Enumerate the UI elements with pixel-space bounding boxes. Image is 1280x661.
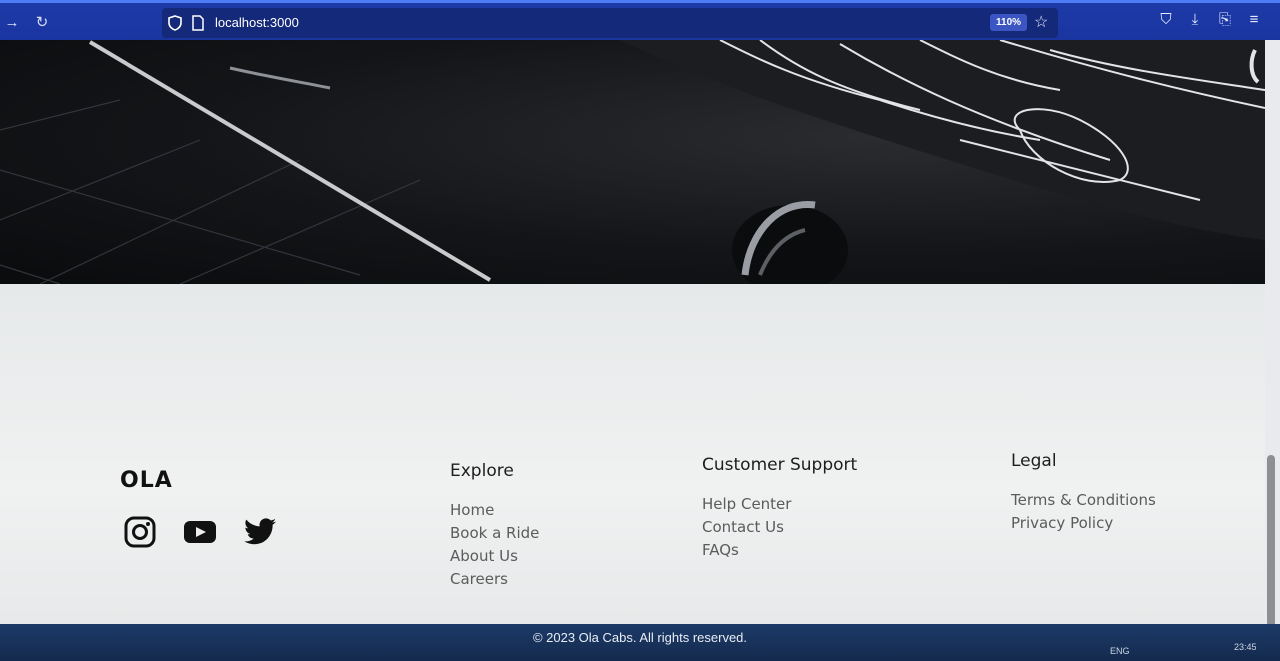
page-icon [192, 15, 204, 31]
copyright-bar: © 2023 Ola Cabs. All rights reserved. EN… [0, 624, 1280, 661]
download-icon[interactable]: ⤓ [1185, 11, 1205, 28]
footer-link-terms[interactable]: Terms & Conditions [1011, 489, 1156, 512]
footer-link-privacy[interactable]: Privacy Policy [1011, 512, 1156, 535]
ola-logo[interactable]: OLA [120, 468, 173, 493]
footer-link-help-center[interactable]: Help Center [702, 493, 857, 516]
copyright-text: © 2023 Ola Cabs. All rights reserved. [532, 630, 748, 645]
reload-icon[interactable]: ↻ [32, 13, 52, 33]
footer-column-legal: Legal Terms & Conditions Privacy Policy [1011, 451, 1156, 535]
clock-time[interactable]: 23:45 [1234, 642, 1257, 652]
bookmark-star-icon[interactable]: ☆ [1034, 12, 1048, 32]
menu-icon[interactable]: ≡ [1244, 11, 1264, 28]
footer-link-faqs[interactable]: FAQs [702, 539, 857, 562]
browser-toolbar: → ↻ localhost:3000 110% ☆ ⛉ ⤓ ⎘ ≡ [0, 0, 1280, 40]
language-indicator[interactable]: ENG [1110, 646, 1130, 656]
hero-car-image [0, 40, 1265, 284]
forward-arrow-icon[interactable]: → [2, 13, 22, 33]
footer-link-about-us[interactable]: About Us [450, 545, 539, 568]
site-footer: OLA Explore Home Book a Ride About Us Ca… [0, 284, 1265, 624]
footer-link-contact-us[interactable]: Contact Us [702, 516, 857, 539]
zoom-level-badge[interactable]: 110% [990, 14, 1028, 31]
footer-link-home[interactable]: Home [450, 499, 539, 522]
column-title: Explore [450, 461, 514, 481]
column-title: Customer Support [702, 455, 858, 475]
extensions-icon[interactable]: ⎘ [1215, 11, 1235, 28]
url-text[interactable]: localhost:3000 [215, 15, 299, 30]
youtube-icon[interactable] [182, 514, 218, 550]
url-bar[interactable]: localhost:3000 110% ☆ [162, 8, 1058, 38]
shield-icon [168, 15, 182, 31]
footer-link-careers[interactable]: Careers [450, 568, 539, 591]
twitter-icon[interactable] [242, 514, 278, 550]
car-photo-illustration [0, 40, 1265, 284]
scrollbar-thumb[interactable] [1267, 455, 1275, 635]
instagram-icon[interactable] [122, 514, 158, 550]
social-links [122, 514, 278, 550]
footer-link-book-a-ride[interactable]: Book a Ride [450, 522, 539, 545]
footer-column-explore: Explore Home Book a Ride About Us Career… [450, 461, 539, 591]
pocket-icon[interactable]: ⛉ [1156, 11, 1176, 28]
footer-column-customer-support: Customer Support Help Center Contact Us … [702, 455, 857, 562]
column-title: Legal [1011, 451, 1057, 471]
